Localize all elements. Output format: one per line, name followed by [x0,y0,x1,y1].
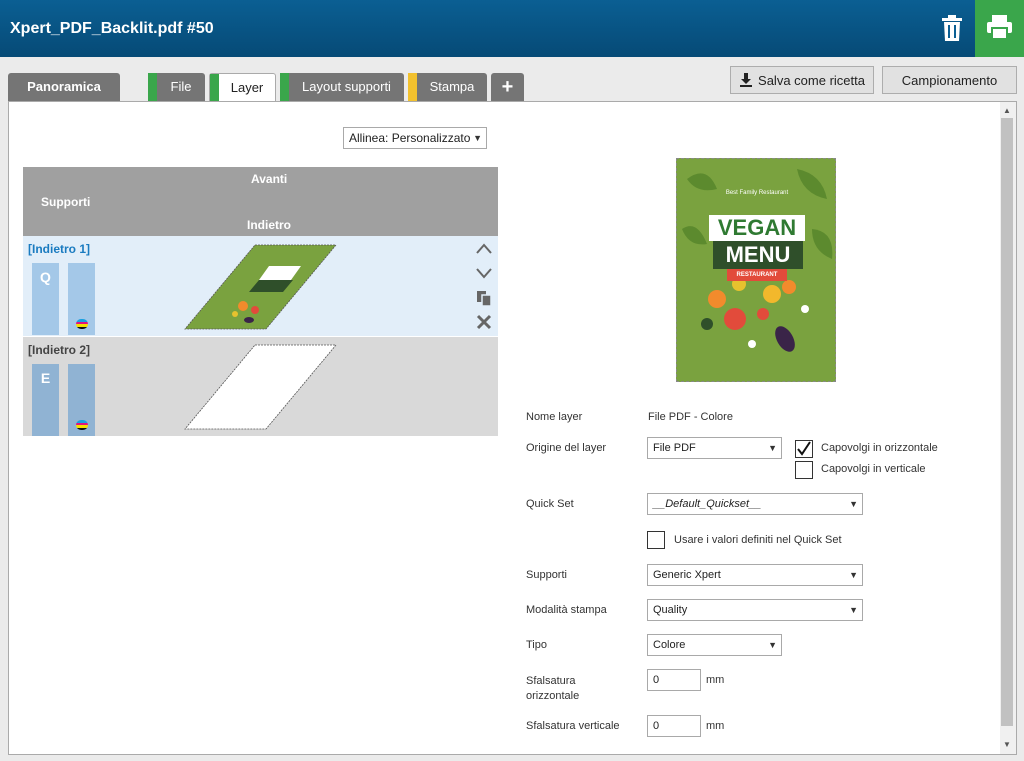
preview-title-line2: MENU [713,241,803,269]
flip-vertical-label: Capovolgi in verticale [821,463,926,475]
layer-name-label: Nome layer [526,411,583,423]
layer-name-value: File PDF - Colore [648,411,733,423]
preview-ribbon: RESTAURANT [727,269,787,281]
flip-vertical-checkbox[interactable] [795,461,813,479]
sampling-button[interactable]: Campionamento [882,66,1017,94]
media-select[interactable]: Generic Xpert ▼ [647,564,863,586]
layer-thumbnail [184,244,337,330]
chevron-down-icon: ▼ [768,640,777,650]
offset-horizontal-unit: mm [706,674,725,686]
cmyk-icon [76,319,88,329]
quickset-label: Quick Set [526,498,574,510]
media-chip: E [32,364,59,436]
media-chip: Q [32,263,59,335]
tab-file[interactable]: File [148,73,205,101]
origin-label: Origine del layer [526,442,607,454]
save-recipe-button[interactable]: Salva come ricetta [730,66,874,94]
color-chip [68,364,95,436]
flip-horizontal-label: Capovolgi in orizzontale [821,442,938,454]
printer-icon [987,15,1012,40]
tab-status-stripe [280,73,289,101]
use-quickset-checkbox[interactable] [647,531,665,549]
plus-icon: + [501,76,514,98]
chevron-down-icon: ▼ [768,443,777,453]
delete-layer-icon[interactable] [475,313,493,331]
offset-horizontal-label: Sfalsatura orizzontale [526,675,580,702]
color-chip [68,263,95,335]
scroll-thumb[interactable] [1001,118,1013,726]
tab-layout-supporti[interactable]: Layout supporti [280,73,404,101]
chevron-down-icon: ▼ [849,605,858,615]
add-tab-button[interactable]: + [491,73,524,101]
type-select[interactable]: Colore ▼ [647,634,782,656]
move-down-icon[interactable] [475,264,493,282]
tab-status-stripe [148,73,157,101]
tab-status-stripe [210,74,219,103]
media-column-label: Supporti [41,195,91,209]
scroll-up-icon[interactable]: ▲ [1003,106,1011,115]
use-quickset-label: Usare i valori definiti nel Quick Set [674,534,842,546]
download-icon [740,73,753,87]
offset-vertical-unit: mm [706,720,725,732]
chevron-down-icon: ▼ [849,570,858,580]
cmyk-icon [76,420,88,430]
chevron-down-icon: ▼ [849,499,858,509]
page-title: Xpert_PDF_Backlit.pdf #50 [10,20,214,37]
tagline: Best Family Restaurant [725,190,789,196]
media-label: Supporti [526,569,567,581]
layer-row[interactable]: [Indietro 1] Q [23,236,498,336]
tab-panoramica[interactable]: Panoramica [8,73,120,101]
print-mode-select[interactable]: Quality ▼ [647,599,863,621]
move-up-icon[interactable] [475,240,493,258]
preview-title-line1: VEGAN [709,215,805,241]
layer-thumbnail [184,344,337,430]
layer-row-label: [Indietro 2] [28,343,90,357]
scroll-down-icon[interactable]: ▼ [1003,740,1011,749]
align-select[interactable]: Allinea: Personalizzato ▼ [343,127,487,149]
trash-icon[interactable] [940,14,964,42]
layer-row-label: [Indietro 1] [28,242,90,256]
offset-vertical-input[interactable]: 0 [647,715,701,737]
chevron-down-icon: ▼ [473,133,482,143]
offset-vertical-label: Sfalsatura verticale [526,720,620,732]
print-mode-label: Modalità stampa [526,604,607,616]
app-header: Xpert_PDF_Backlit.pdf #50 [0,0,1024,57]
offset-horizontal-input[interactable]: 0 [647,669,701,691]
flip-horizontal-checkbox[interactable] [795,440,813,458]
front-label: Avanti [251,172,288,186]
print-button[interactable] [975,0,1024,57]
back-label: Indietro [247,218,291,232]
quickset-select[interactable]: __Default_Quickset__ ▼ [647,493,863,515]
type-label: Tipo [526,639,547,651]
scrollbar[interactable]: ▲ ▼ [1000,102,1016,754]
layer-preview: Best Family Restaurant VEGAN MENU RESTAU… [676,158,836,382]
layer-row[interactable]: [Indietro 2] E [23,337,498,436]
tab-stampa[interactable]: Stampa [408,73,487,101]
copy-icon[interactable] [475,289,493,307]
tab-status-stripe [408,73,417,101]
origin-select[interactable]: File PDF ▼ [647,437,782,459]
layers-table-header: Avanti Supporti Indietro [23,167,498,236]
checkmark-icon [797,441,811,456]
tab-layer[interactable]: Layer [209,73,276,103]
